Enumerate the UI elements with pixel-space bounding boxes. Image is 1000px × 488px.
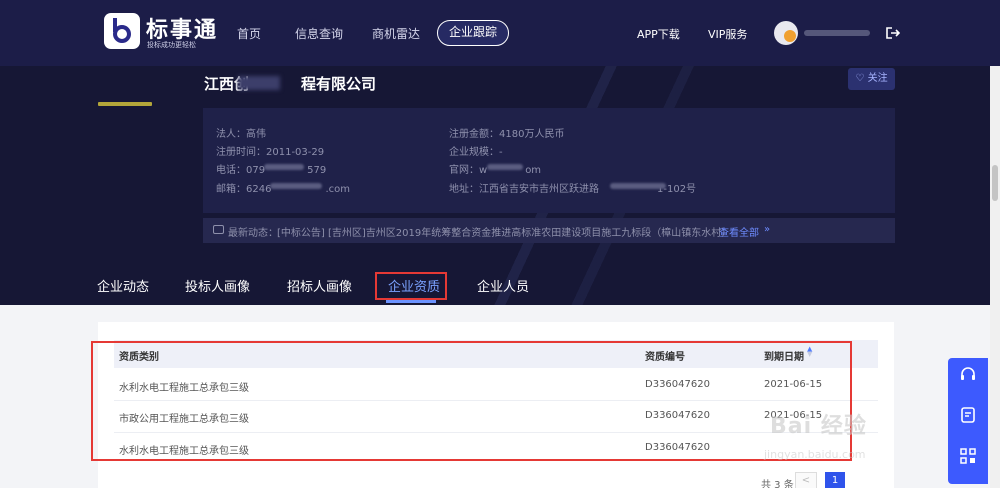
company-name-redacted [238,76,280,90]
app-logo-icon[interactable] [104,13,140,49]
nav-opportunity-radar[interactable]: 商机雷达 [372,25,420,42]
pagination-total: 共 3 条 [761,480,794,488]
user-avatar[interactable] [774,21,798,45]
logout-icon[interactable] [886,27,900,39]
address-redacted [610,183,666,189]
qr-code-icon[interactable] [958,447,978,467]
company-logo [98,102,152,106]
username-redacted[interactable] [804,30,870,36]
news-item[interactable]: [中标公告] [吉州区]吉州区2019年统筹整合资金推进高标准农田建设项目施工九… [277,224,731,239]
highlight-box-tab [375,272,447,300]
scrollbar-thumb[interactable] [992,165,998,201]
scale-field: 企业规模：- [449,147,503,158]
app-download-link[interactable]: APP下载 [637,26,680,42]
vip-badge-icon [784,30,796,42]
company-name: 江西创 程有限公司 [204,75,377,93]
tab-personnel[interactable]: 企业人员 [477,276,529,295]
nav-info-search[interactable]: 信息查询 [295,25,343,42]
view-all-link[interactable]: 查看全部 [719,224,759,239]
feedback-icon[interactable] [958,406,978,426]
nav-home[interactable]: 首页 [237,25,261,42]
tab-tenderer-profile[interactable]: 招标人画像 [287,276,352,295]
vip-service-link[interactable]: VIP服务 [708,26,747,42]
email-redacted [270,183,322,189]
pagination-prev-button[interactable]: < [795,472,817,488]
tab-company-news[interactable]: 企业动态 [97,276,149,295]
pagination-page-1[interactable]: 1 [825,472,845,488]
legal-person-field: 法人：高伟 [216,129,266,140]
phone-redacted [264,164,304,170]
page-scrollbar[interactable] [990,66,1000,488]
nav-company-tracking[interactable]: 企业跟踪 [437,20,509,46]
reg-time-field: 注册时间：2011-03-29 [216,147,325,158]
baidu-watermark: Bai 经验 [770,414,867,439]
news-label: 最新动态： [228,228,278,239]
baidu-watermark-url: jingyan.baidu.com [764,448,866,461]
double-chevron-right-icon[interactable]: » [764,224,770,235]
active-tab-indicator [386,300,436,303]
heart-icon: ♡ [855,73,865,84]
highlight-box-table [91,341,852,461]
capital-field: 注册金额：4180万人民币 [449,129,565,140]
tab-bidder-profile[interactable]: 投标人画像 [185,276,250,295]
follow-button[interactable]: ♡ 关注 [848,68,895,90]
website-redacted [487,164,523,170]
brand-slogan: 投标成功更轻松 [147,41,196,49]
message-icon [213,225,224,234]
customer-service-icon[interactable] [958,366,978,386]
